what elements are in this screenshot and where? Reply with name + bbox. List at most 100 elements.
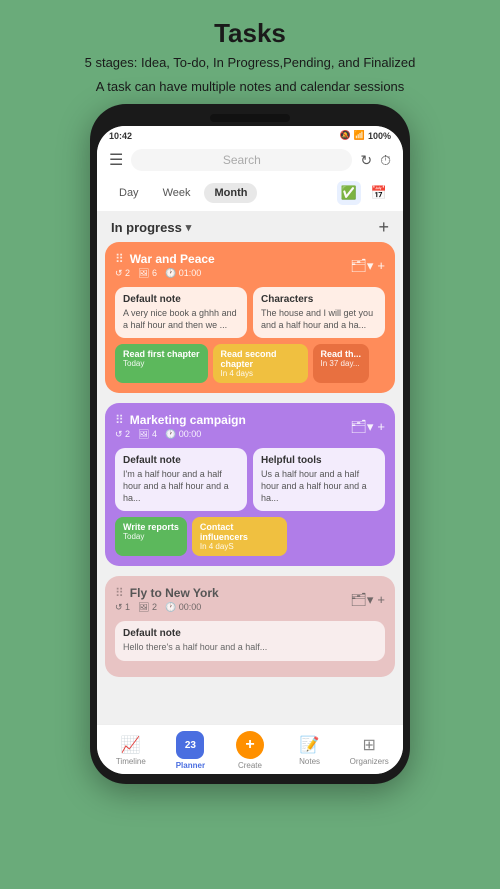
nav-create[interactable]: + Create — [220, 731, 280, 770]
note-item-helpful-tools[interactable]: Helpful tools Us a half hour and a half … — [253, 448, 385, 511]
status-bar: 10:42 🔕 📶 100% — [97, 126, 403, 143]
task-card-fly-newyork: ⠿ Fly to New York ↺ 1 🖼 2 🕐 00:00 🗂▾ + — [105, 576, 395, 677]
scroll-content: ⠿ War and Peace ↺ 2 🖼 6 🕐 01:00 🗂▾ + — [97, 242, 403, 724]
task-add-icon-war-peace[interactable]: + — [377, 258, 385, 273]
phone-frame: 10:42 🔕 📶 100% ☰ Search ↻ ⏱ Day Week Mon… — [90, 104, 410, 784]
calendar-icon[interactable]: 📅 — [367, 181, 391, 205]
task-card-war-peace: ⠿ War and Peace ↺ 2 🖼 6 🕐 01:00 🗂▾ + — [105, 242, 395, 393]
status-time: 10:42 — [109, 131, 132, 141]
notes-icon: 📝 — [300, 735, 320, 755]
refresh-icon[interactable]: ↻ — [360, 152, 372, 169]
create-label: Create — [238, 761, 262, 770]
note-text-default-fly: Hello there's a half hour and a half... — [123, 642, 377, 654]
session-first-chapter[interactable]: Read first chapter Today — [115, 344, 208, 383]
nav-organizers[interactable]: ⊞ Organizers — [339, 735, 399, 766]
search-placeholder: Search — [223, 153, 261, 167]
task-title-marketing: Marketing campaign — [130, 413, 246, 427]
timeline-label: Timeline — [116, 757, 146, 766]
note-title-helpful-tools: Helpful tools — [261, 455, 377, 466]
task-card-marketing: ⠿ Marketing campaign ↺ 2 🖼 4 🕐 00:00 🗂▾ … — [105, 403, 395, 566]
task-copy-icon-fly[interactable]: 🗂▾ — [350, 592, 373, 608]
bottom-nav: 📈 Timeline 23 Planner + Create 📝 Notes ⊞… — [97, 724, 403, 774]
task-time-marketing: 🕐 00:00 — [165, 429, 201, 440]
task-add-icon-marketing[interactable]: + — [377, 419, 385, 434]
note-title-default: Default note — [123, 294, 239, 305]
task-title-row-fly: ⠿ Fly to New York ↺ 1 🖼 2 🕐 00:00 — [115, 586, 219, 613]
menu-icon[interactable]: ☰ — [109, 150, 123, 170]
note-text-helpful-tools: Us a half hour and a half hour and a hal… — [261, 469, 377, 504]
task-title-row-war-peace: ⠿ War and Peace ↺ 2 🖼 6 🕐 01:00 — [115, 252, 215, 279]
page-subtitle-line2: A task can have multiple notes and calen… — [10, 77, 490, 97]
note-title-default-fly: Default note — [123, 628, 377, 639]
top-bar: ☰ Search ↻ ⏱ — [97, 143, 403, 177]
notes-label: Notes — [299, 757, 320, 766]
page-header: Tasks 5 stages: Idea, To-do, In Progress… — [0, 0, 500, 104]
task-recur-fly: ↺ 1 — [115, 602, 130, 613]
session-write-reports[interactable]: Write reports Today — [115, 517, 187, 556]
task-title-war-peace: War and Peace — [130, 252, 215, 266]
check-calendar-icon[interactable]: ✅ — [337, 181, 361, 205]
task-actions-fly: 🗂▾ + — [350, 592, 385, 608]
task-add-icon-fly[interactable]: + — [377, 592, 385, 607]
section-title[interactable]: In progress ▾ — [111, 220, 191, 235]
tab-month[interactable]: Month — [204, 183, 257, 203]
task-card-header-war-peace: ⠿ War and Peace ↺ 2 🖼 6 🕐 01:00 🗂▾ + — [115, 252, 385, 279]
nav-notes[interactable]: 📝 Notes — [280, 735, 340, 766]
task-actions-marketing: 🗂▾ + — [350, 419, 385, 435]
note-title-default-marketing: Default note — [123, 455, 239, 466]
drag-handle-war-peace[interactable]: ⠿ — [115, 252, 124, 266]
notes-grid-fly: Default note Hello there's a half hour a… — [115, 621, 385, 661]
drag-handle-marketing[interactable]: ⠿ — [115, 413, 124, 427]
note-text-default: A very nice book a ghhh and a half hour … — [123, 308, 239, 331]
drag-handle-fly[interactable]: ⠿ — [115, 586, 124, 600]
task-title-row-marketing: ⠿ Marketing campaign ↺ 2 🖼 4 🕐 00:00 — [115, 413, 246, 440]
search-box[interactable]: Search — [131, 149, 352, 171]
task-meta-marketing: ↺ 2 🖼 4 🕐 00:00 — [115, 429, 246, 440]
phone-screen: 10:42 🔕 📶 100% ☰ Search ↻ ⏱ Day Week Mon… — [97, 126, 403, 774]
task-actions-war-peace: 🗂▾ + — [350, 258, 385, 274]
sessions-row-war-peace: Read first chapter Today Read second cha… — [115, 344, 385, 383]
planner-icon: 23 — [176, 731, 204, 759]
task-copy-icon-marketing[interactable]: 🗂▾ — [350, 419, 373, 435]
phone-notch — [210, 114, 290, 122]
page-subtitle-line1: 5 stages: Idea, To-do, In Progress,Pendi… — [10, 53, 490, 73]
section-header: In progress ▾ + — [97, 211, 403, 242]
task-title-fly: Fly to New York — [130, 586, 219, 600]
sessions-row-marketing: Write reports Today Contact influencers … — [115, 517, 385, 556]
task-notes-marketing: 🖼 4 — [138, 429, 157, 440]
note-title-characters: Characters — [261, 294, 377, 305]
note-text-characters: The house and I will get you and a half … — [261, 308, 377, 331]
task-recur-war-peace: ↺ 2 — [115, 268, 130, 279]
task-card-header-marketing: ⠿ Marketing campaign ↺ 2 🖼 4 🕐 00:00 🗂▾ … — [115, 413, 385, 440]
note-item-default-fly[interactable]: Default note Hello there's a half hour a… — [115, 621, 385, 661]
tab-day[interactable]: Day — [109, 183, 149, 203]
task-recur-marketing: ↺ 2 — [115, 429, 130, 440]
timeline-icon: 📈 — [121, 735, 141, 755]
session-second-chapter[interactable]: Read second chapter In 4 days — [213, 344, 308, 383]
section-title-text: In progress — [111, 220, 182, 235]
create-icon: + — [236, 731, 264, 759]
nav-timeline[interactable]: 📈 Timeline — [101, 735, 161, 766]
note-text-default-marketing: I'm a half hour and a half hour and a ha… — [123, 469, 239, 504]
note-item-default[interactable]: Default note A very nice book a ghhh and… — [115, 287, 247, 338]
session-third-chapter[interactable]: Read th... In 37 day... — [313, 344, 370, 383]
task-copy-icon-war-peace[interactable]: 🗂▾ — [350, 258, 373, 274]
status-battery: 🔕 📶 100% — [340, 130, 391, 141]
organizers-icon: ⊞ — [362, 735, 375, 755]
planner-label: Planner — [176, 761, 205, 770]
task-notes-war-peace: 🖼 6 — [138, 268, 157, 279]
task-time-war-peace: 🕐 01:00 — [165, 268, 201, 279]
session-contact-influencers[interactable]: Contact influencers In 4 dayS — [192, 517, 287, 556]
note-item-default-marketing[interactable]: Default note I'm a half hour and a half … — [115, 448, 247, 511]
add-section-button[interactable]: + — [378, 217, 389, 238]
section-dropdown-arrow: ▾ — [186, 221, 192, 234]
page-title: Tasks — [10, 18, 490, 49]
tab-week[interactable]: Week — [153, 183, 201, 203]
note-item-characters[interactable]: Characters The house and I will get you … — [253, 287, 385, 338]
task-notes-fly: 🖼 2 — [138, 602, 157, 613]
notes-grid-marketing: Default note I'm a half hour and a half … — [115, 448, 385, 511]
period-tab-icons: ✅ 📅 — [337, 181, 391, 205]
period-tabs: Day Week Month ✅ 📅 — [97, 177, 403, 211]
timer-icon[interactable]: ⏱ — [380, 152, 391, 169]
nav-planner[interactable]: 23 Planner — [161, 731, 221, 770]
